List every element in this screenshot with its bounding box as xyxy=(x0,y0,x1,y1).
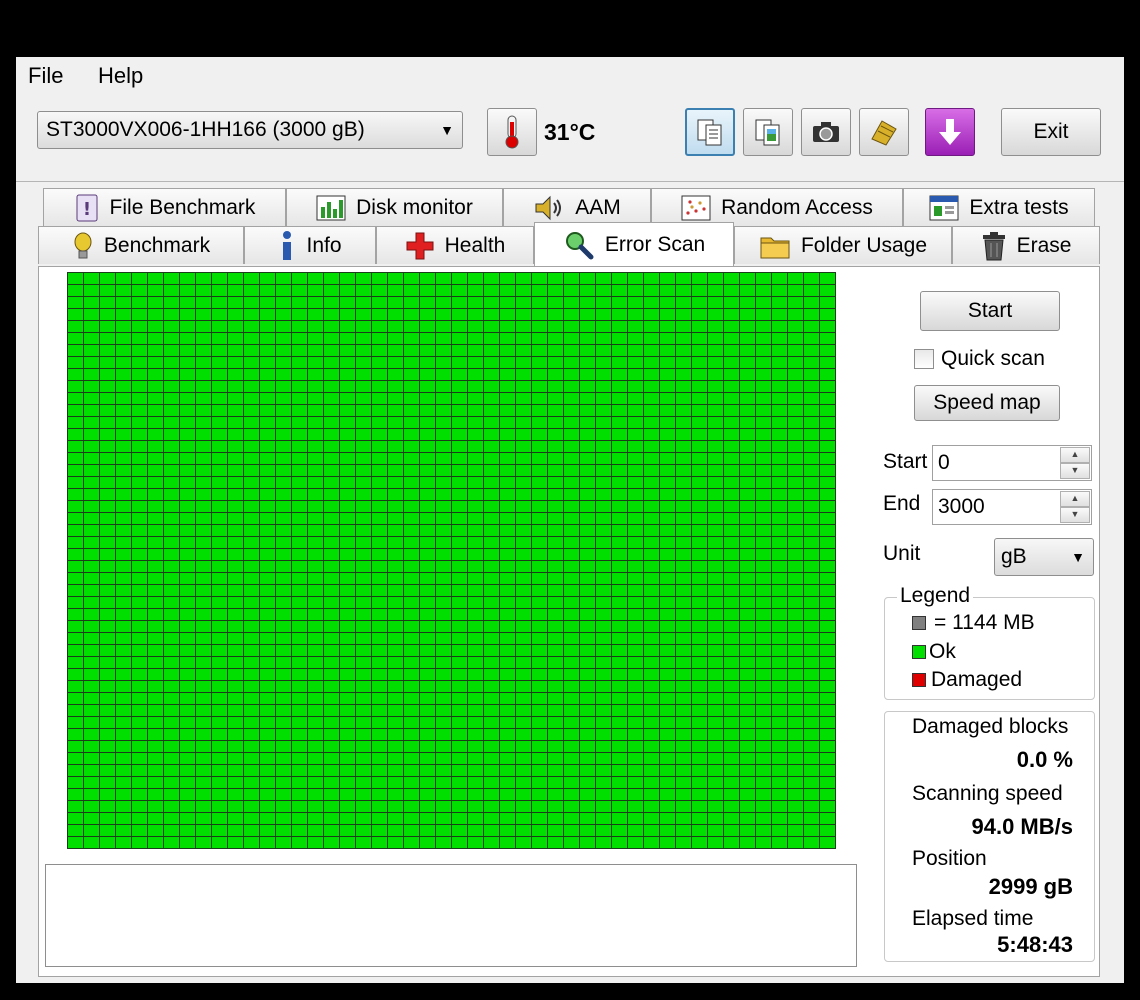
tab-random-access[interactable]: Random Access xyxy=(651,188,903,226)
copy-image-icon xyxy=(755,119,780,146)
ok-swatch xyxy=(912,645,926,659)
end-field-label: End xyxy=(883,492,921,515)
menu-help[interactable]: Help xyxy=(98,63,143,89)
end-spinbox[interactable]: 3000 ▲ ▼ xyxy=(932,489,1092,525)
drive-select-value: ST3000VX006-1HH166 (3000 gB) xyxy=(46,118,365,141)
start-scan-button[interactable]: Start xyxy=(920,291,1060,331)
speed-map-button[interactable]: Speed map xyxy=(914,385,1060,421)
chart-icon xyxy=(316,195,346,220)
health-cross-icon xyxy=(406,232,434,259)
tab-health[interactable]: Health xyxy=(376,226,534,264)
speed-map-button-label: Speed map xyxy=(933,391,1041,414)
start-spinbox-value: 0 xyxy=(938,451,950,474)
svg-text:!: ! xyxy=(82,199,90,220)
damaged-blocks-label: Damaged blocks xyxy=(912,715,1069,738)
tab-aam[interactable]: AAM xyxy=(503,188,651,226)
tab-file-benchmark-label: File Benchmark xyxy=(109,195,256,219)
magnifier-icon xyxy=(565,231,594,259)
window-icon xyxy=(929,195,959,220)
tab-extra-tests-label: Extra tests xyxy=(969,195,1069,219)
elapsed-time-label: Elapsed time xyxy=(912,907,1034,930)
menu-help-label: Help xyxy=(98,63,144,88)
app-window: File Help ST3000VX006-1HH166 (3000 gB) ▼… xyxy=(16,57,1124,983)
unit-field-label: Unit xyxy=(883,542,921,565)
tab-error-scan-label: Error Scan xyxy=(604,232,706,256)
copy-image-button[interactable] xyxy=(743,108,793,156)
tab-info-label: Info xyxy=(306,233,342,257)
legend-damaged: Damaged xyxy=(931,668,1023,691)
tab-erase[interactable]: Erase xyxy=(952,226,1100,264)
save-icon xyxy=(871,120,897,146)
error-scan-panel: Start Quick scan Speed map Start 0 ▲ ▼ En… xyxy=(38,266,1100,977)
stats-group: Damaged blocks 0.0 % Scanning speed 94.0… xyxy=(884,711,1095,962)
unit-select-value: gB xyxy=(1001,545,1027,568)
spin-up-icon[interactable]: ▲ xyxy=(1060,491,1090,507)
legend-ok: Ok xyxy=(929,640,956,663)
start-spinbox[interactable]: 0 ▲ ▼ xyxy=(932,445,1092,481)
tab-file-benchmark[interactable]: ! File Benchmark xyxy=(43,188,286,226)
exit-button[interactable]: Exit xyxy=(1001,108,1101,156)
download-button[interactable] xyxy=(925,108,975,156)
scatter-icon xyxy=(681,195,711,220)
quick-scan-label: Quick scan xyxy=(941,347,1045,370)
menu-bar: File Help xyxy=(16,57,1124,95)
lightbulb-icon xyxy=(74,232,92,258)
info-icon xyxy=(283,230,292,260)
legend-block-size: = 1144 MB xyxy=(934,611,1035,634)
copy-text-icon xyxy=(697,119,722,146)
start-scan-button-label: Start xyxy=(967,299,1013,322)
tab-aam-label: AAM xyxy=(575,195,621,219)
tab-random-access-label: Random Access xyxy=(721,195,873,219)
tab-benchmark-label: Benchmark xyxy=(103,233,211,257)
scanning-speed-label: Scanning speed xyxy=(912,782,1063,805)
tab-disk-monitor[interactable]: Disk monitor xyxy=(286,188,503,226)
damaged-swatch xyxy=(912,673,926,687)
scan-log[interactable] xyxy=(45,864,857,967)
tab-health-label: Health xyxy=(444,233,506,257)
tab-disk-monitor-label: Disk monitor xyxy=(356,195,473,219)
drive-select[interactable]: ST3000VX006-1HH166 (3000 gB) ▼ xyxy=(37,111,463,149)
end-spinbox-value: 3000 xyxy=(938,495,985,518)
tab-benchmark[interactable]: Benchmark xyxy=(38,226,244,264)
folder-icon xyxy=(760,237,790,258)
chevron-down-icon: ▼ xyxy=(1071,549,1085,565)
tab-erase-label: Erase xyxy=(1016,233,1072,257)
temperature-button[interactable] xyxy=(487,108,537,156)
legend-group: Legend = 1144 MB Ok Damaged xyxy=(884,584,1095,700)
save-button[interactable] xyxy=(859,108,909,156)
camera-icon xyxy=(813,122,839,142)
spin-down-icon[interactable]: ▼ xyxy=(1060,507,1090,523)
copy-text-button[interactable] xyxy=(685,108,735,156)
exit-button-label: Exit xyxy=(1033,120,1069,143)
arrow-down-icon xyxy=(939,119,961,145)
position-value: 2999 gB xyxy=(988,874,1073,899)
tab-error-scan[interactable]: Error Scan xyxy=(534,222,734,266)
tab-info[interactable]: Info xyxy=(244,226,376,264)
thermometer-icon xyxy=(505,115,519,149)
position-label: Position xyxy=(912,847,987,870)
tab-folder-usage[interactable]: Folder Usage xyxy=(734,226,952,264)
menu-file[interactable]: File xyxy=(28,63,63,89)
file-benchmark-icon: ! xyxy=(76,194,98,221)
damaged-blocks-value: 0.0 % xyxy=(1016,747,1073,772)
scanning-speed-value: 94.0 MB/s xyxy=(971,814,1074,839)
elapsed-time-value: 5:48:43 xyxy=(997,932,1073,957)
tab-folder-usage-label: Folder Usage xyxy=(800,233,928,257)
temperature-value: 31°C xyxy=(544,119,596,145)
unit-select[interactable]: gB ▼ xyxy=(994,538,1094,576)
quick-scan-checkbox[interactable] xyxy=(914,349,934,369)
block-size-swatch xyxy=(912,616,926,630)
spin-down-icon[interactable]: ▼ xyxy=(1060,463,1090,479)
scan-block-grid xyxy=(67,272,836,849)
screenshot-button[interactable] xyxy=(801,108,851,156)
tab-extra-tests[interactable]: Extra tests xyxy=(903,188,1095,226)
start-field-label: Start xyxy=(883,450,928,473)
speaker-icon xyxy=(535,195,562,220)
toolbar: ST3000VX006-1HH166 (3000 gB) ▼ 31°C Exit xyxy=(16,95,1124,182)
spin-up-icon[interactable]: ▲ xyxy=(1060,447,1090,463)
menu-file-label: File xyxy=(28,63,64,88)
legend-title: Legend xyxy=(897,584,974,608)
chevron-down-icon: ▼ xyxy=(440,122,454,138)
trash-icon xyxy=(982,231,1005,260)
